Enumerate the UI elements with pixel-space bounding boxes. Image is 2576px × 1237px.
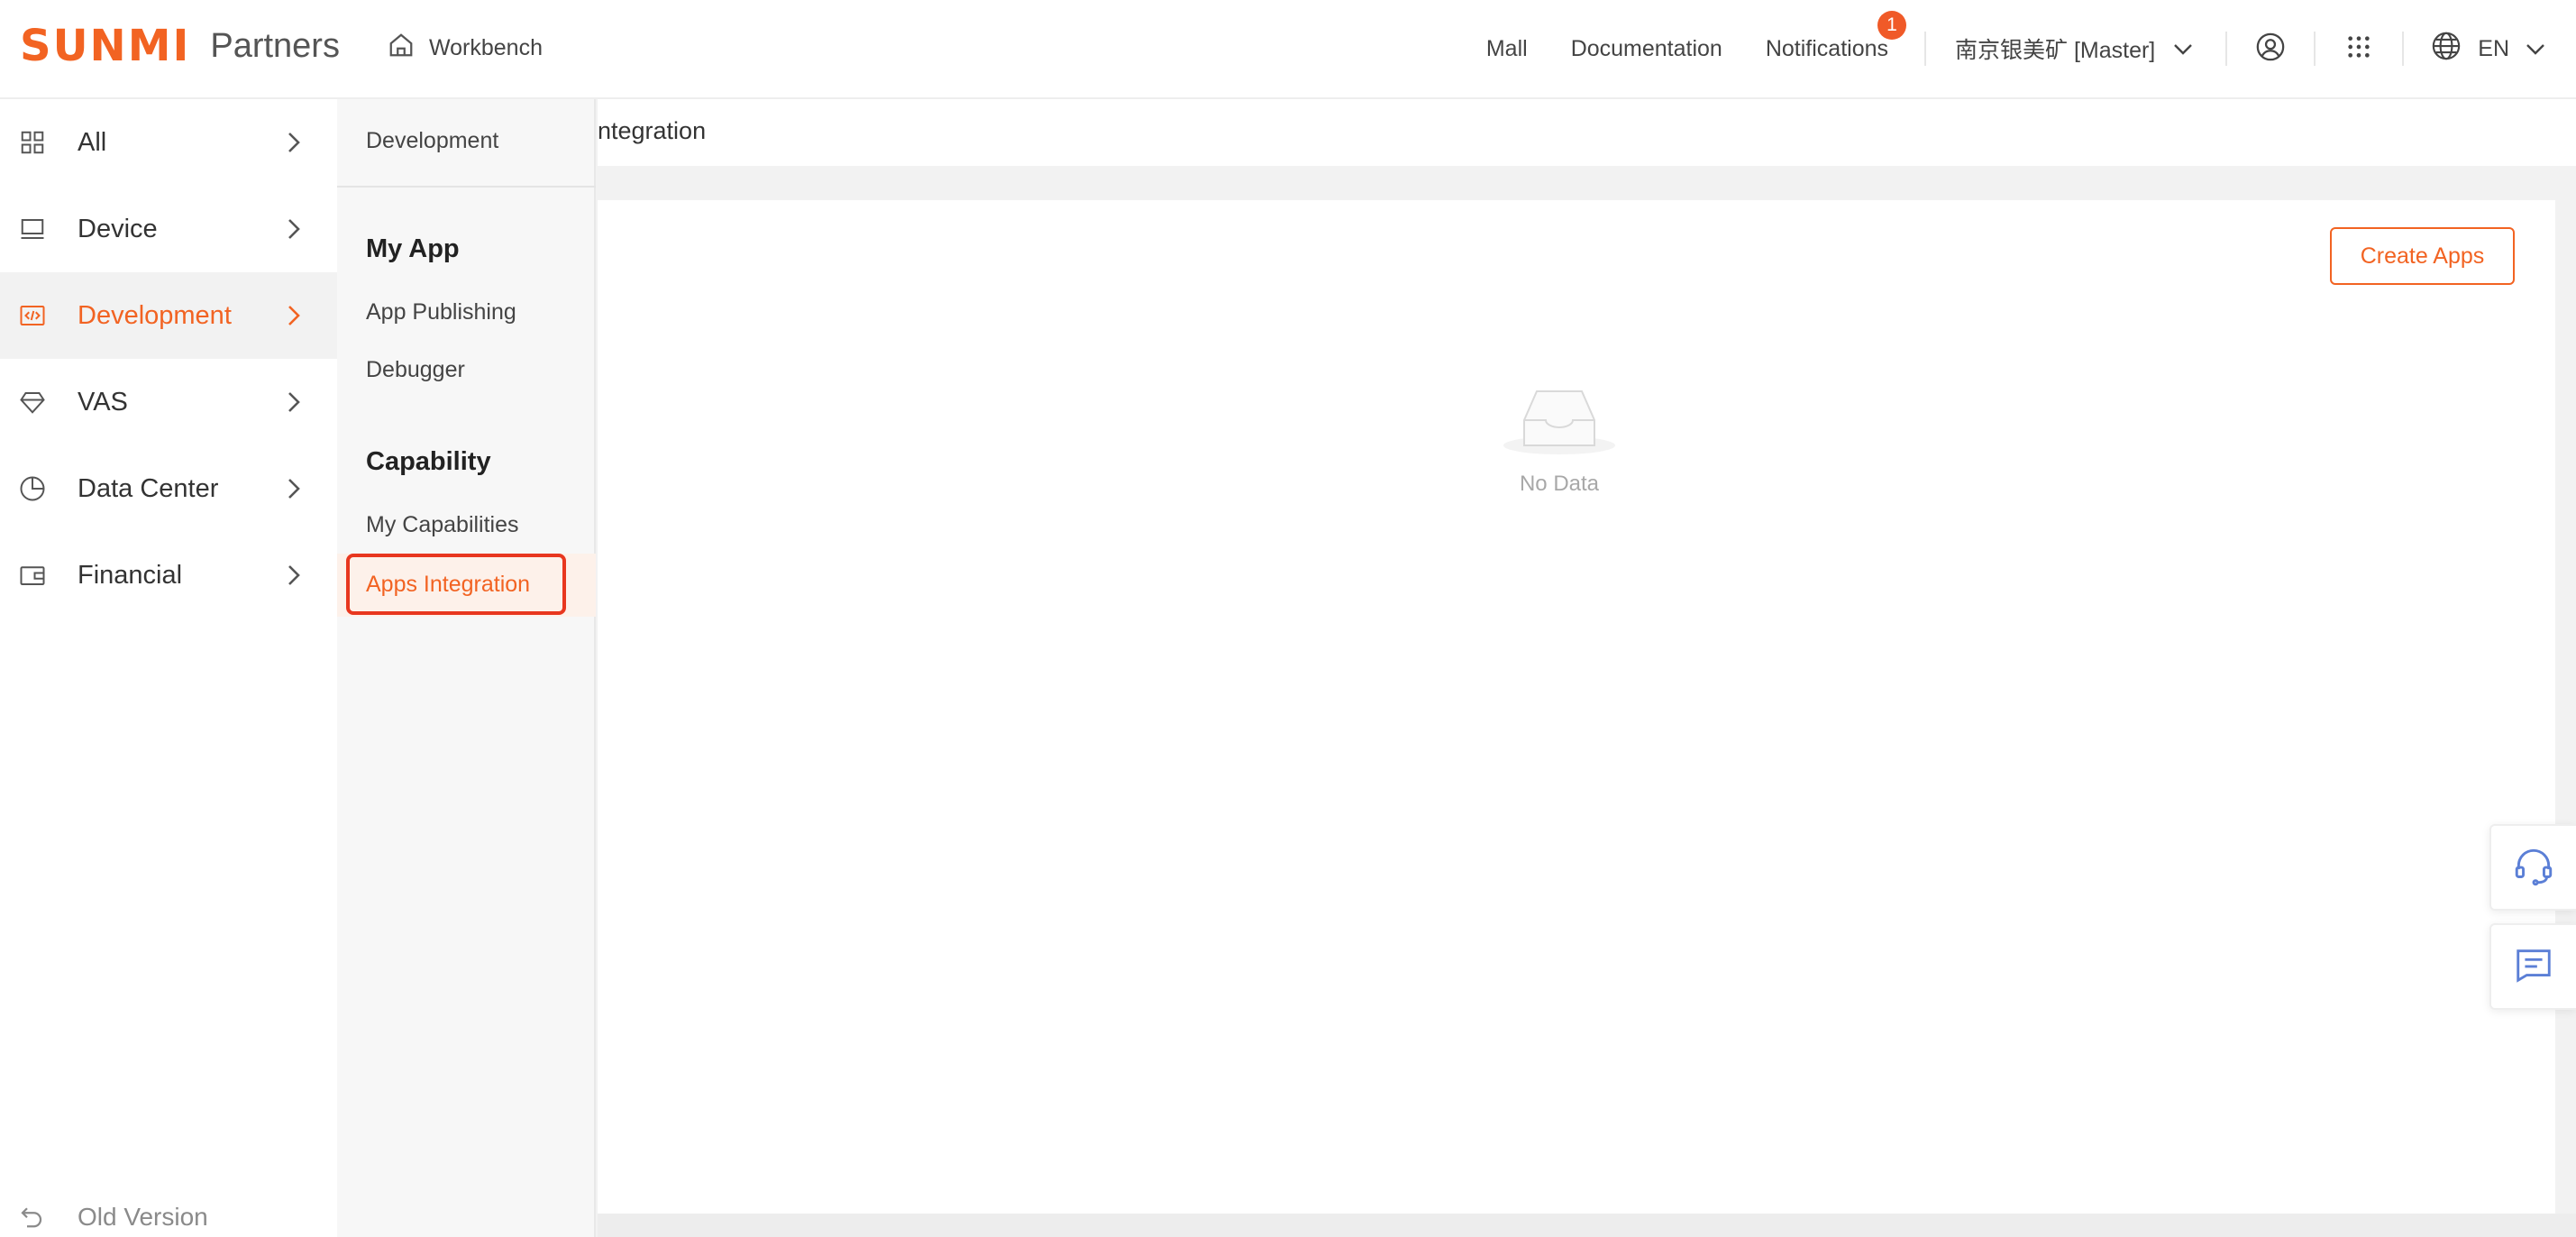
sidebar-item-financial[interactable]: Financial	[0, 532, 337, 618]
old-version-label: Old Version	[78, 1203, 208, 1231]
wallet-icon	[18, 561, 47, 590]
grid-icon	[18, 128, 47, 157]
sidebar-item-label: VAS	[78, 387, 128, 417]
apps-grid-icon	[2346, 34, 2371, 64]
app-root: SUNMI Partners Workbench Mall Documentat…	[0, 0, 2576, 1237]
sidebar-item-device[interactable]: Device	[0, 186, 337, 272]
documentation-link[interactable]: Documentation	[1571, 36, 1722, 62]
support-button[interactable]	[2489, 824, 2576, 911]
monitor-icon	[18, 215, 47, 243]
language-label: EN	[2478, 35, 2509, 61]
divider	[337, 186, 596, 188]
diamond-icon	[18, 388, 47, 417]
message-icon	[2513, 944, 2554, 990]
sidebar-item-label: Device	[78, 214, 158, 243]
content-card: Create Apps No Data	[598, 200, 2555, 1214]
user-profile-button[interactable]	[2227, 0, 2314, 97]
logo-subtitle: Partners	[210, 26, 340, 65]
chevron-right-icon	[287, 390, 301, 414]
workbench-label: Workbench	[429, 34, 543, 60]
header-nav: Mall Documentation Notifications 1 南京银美矿…	[1486, 0, 2576, 97]
submenu-title: Development	[366, 128, 499, 153]
notifications-label: Notifications	[1765, 35, 1889, 61]
sidebar-item-label: Financial	[78, 560, 183, 590]
sidebar-item-all[interactable]: All	[0, 99, 337, 186]
empty-state-text: No Data	[1519, 472, 1600, 496]
sidebar-item-label: Development	[78, 300, 232, 330]
headset-icon	[2511, 843, 2556, 893]
chevron-right-icon	[287, 131, 301, 154]
brand-logo[interactable]: SUNMI Partners	[20, 21, 340, 71]
account-name: 南京银美矿 [Master]	[1955, 38, 2156, 63]
chevron-down-icon	[2173, 36, 2193, 62]
globe-icon	[2431, 31, 2462, 68]
sidebar-item-label: All	[78, 127, 107, 157]
chevron-down-icon	[2526, 36, 2545, 62]
account-switcher[interactable]: 南京银美矿 [Master]	[1955, 32, 2193, 65]
language-switcher[interactable]: EN	[2431, 31, 2545, 68]
submenu-item-app-publishing[interactable]: App Publishing	[366, 299, 516, 325]
empty-state: No Data	[1402, 375, 1717, 497]
code-icon	[18, 301, 47, 330]
divider	[2402, 32, 2405, 66]
sidebar-item-development[interactable]: Development	[0, 272, 337, 359]
undo-icon	[18, 1203, 47, 1232]
mall-link[interactable]: Mall	[1486, 36, 1528, 62]
top-bar: SUNMI Partners Workbench Mall Documentat…	[0, 0, 2576, 99]
home-icon	[388, 32, 415, 65]
chevron-right-icon	[287, 564, 301, 587]
notifications-link[interactable]: Notifications 1	[1765, 10, 1907, 62]
chevron-right-icon	[287, 217, 301, 241]
submenu-heading-my-app: My App	[366, 234, 460, 263]
divider	[1924, 32, 1927, 66]
create-apps-button[interactable]: Create Apps	[2330, 227, 2515, 285]
chevron-right-icon	[287, 477, 301, 500]
user-circle-icon	[2255, 32, 2286, 67]
bottom-strip	[598, 1214, 2576, 1237]
breadcrumb: ntegration	[598, 99, 2576, 166]
development-submenu: Development My App App Publishing Debugg…	[337, 99, 596, 1237]
logo-wordmark: SUNMI	[20, 21, 191, 71]
breadcrumb-current: ntegration	[598, 117, 707, 144]
sidebar: All Device Development VAS Data Center F…	[0, 99, 337, 1237]
apps-grid-button[interactable]	[2316, 0, 2402, 97]
notification-badge: 1	[1877, 10, 1907, 40]
submenu-item-debugger[interactable]: Debugger	[366, 357, 465, 383]
chevron-right-icon	[287, 304, 301, 327]
pie-chart-icon	[18, 474, 47, 503]
workbench-link[interactable]: Workbench	[388, 25, 543, 70]
selection-highlight-box	[346, 554, 566, 615]
submenu-heading-capability: Capability	[366, 447, 491, 476]
feedback-button[interactable]	[2489, 923, 2576, 1010]
old-version-link[interactable]: Old Version	[0, 1195, 337, 1237]
sidebar-item-label: Data Center	[78, 473, 219, 503]
sidebar-item-data-center[interactable]: Data Center	[0, 445, 337, 532]
empty-inbox-icon	[1501, 375, 1618, 461]
sidebar-item-vas[interactable]: VAS	[0, 359, 337, 445]
submenu-item-my-capabilities[interactable]: My Capabilities	[366, 512, 519, 538]
